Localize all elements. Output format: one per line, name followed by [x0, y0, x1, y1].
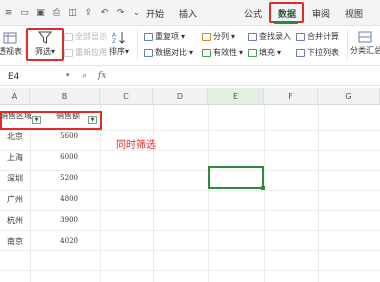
- lookup-entry-icon: [248, 32, 257, 41]
- name-box[interactable]: E4: [2, 70, 64, 84]
- region-cell[interactable]: 杭州: [7, 215, 23, 226]
- duplicates-icon: [144, 32, 153, 41]
- dropdown-list-label: 下拉列表: [307, 48, 339, 57]
- split-column-label: 分列: [213, 32, 229, 41]
- save-icon[interactable]: ▣: [34, 6, 47, 19]
- column-header-g[interactable]: G: [318, 88, 380, 105]
- fill-icon: [248, 48, 257, 57]
- column-header-e[interactable]: E: [208, 88, 264, 105]
- reapply-button[interactable]: 重新应用: [64, 47, 107, 58]
- more-dropdown-icon[interactable]: ⌄: [130, 6, 143, 19]
- validity-dropdown-arrow[interactable]: ▾: [239, 48, 243, 57]
- region-cell[interactable]: 深圳: [7, 173, 23, 184]
- annotation-text: 同时筛选: [116, 140, 156, 151]
- fill-button[interactable]: 填充 ▾: [248, 47, 281, 58]
- column-header-f[interactable]: F: [264, 88, 318, 105]
- subtotal-button[interactable]: 分类汇总: [350, 31, 380, 56]
- region-cell[interactable]: 北京: [7, 131, 23, 142]
- sales-cell[interactable]: 5200: [56, 174, 78, 182]
- print-icon[interactable]: ⎙: [50, 6, 63, 19]
- split-column-icon: [202, 32, 211, 41]
- svg-text:Z: Z: [112, 38, 116, 44]
- region-cell[interactable]: 南京: [7, 236, 23, 247]
- data-compare-icon: [144, 48, 153, 57]
- ribbon-separator: [137, 30, 138, 60]
- redo-icon[interactable]: ↷: [114, 6, 127, 19]
- consolidate-button[interactable]: 合并计算: [296, 31, 339, 42]
- sort-label: 排序: [108, 47, 125, 56]
- file-icon[interactable]: ▭: [18, 6, 31, 19]
- region-cell[interactable]: 广州: [7, 194, 23, 205]
- tab-formula[interactable]: 公式: [244, 7, 262, 20]
- tab-review[interactable]: 审阅: [312, 7, 330, 20]
- data-tab-highlight-box: [269, 2, 304, 23]
- sales-cell[interactable]: 6000: [56, 153, 78, 161]
- data-compare-label: 数据对比: [155, 48, 187, 57]
- fill-label: 填充: [259, 48, 275, 57]
- formula-bar: E4 ▾ ⌕ fx: [0, 68, 380, 86]
- selected-cell-e4[interactable]: [208, 166, 264, 189]
- sales-cell[interactable]: 4020: [56, 237, 78, 245]
- show-all-button[interactable]: 全部显示: [64, 31, 107, 42]
- subtotal-icon: [358, 31, 372, 43]
- column-header-c[interactable]: C: [100, 88, 153, 105]
- dropdown-list-icon: [296, 48, 305, 57]
- sales-cell[interactable]: 4800: [56, 195, 78, 203]
- duplicates-label: 重复项: [155, 32, 179, 41]
- consolidate-icon: [296, 32, 305, 41]
- name-box-dropdown-icon[interactable]: ▾: [66, 71, 70, 79]
- table-row: [0, 251, 380, 271]
- duplicates-dropdown-arrow[interactable]: ▾: [181, 32, 185, 41]
- reapply-icon: [64, 48, 73, 57]
- column-header-d[interactable]: D: [153, 88, 208, 105]
- fill-handle[interactable]: [261, 186, 265, 190]
- region-cell[interactable]: 上海: [7, 152, 23, 163]
- duplicates-button[interactable]: 重复项 ▾: [144, 31, 185, 42]
- lookup-entry-button[interactable]: 查找录入: [248, 31, 291, 42]
- lookup-entry-label: 查找录入: [259, 32, 291, 41]
- fill-dropdown-arrow[interactable]: ▾: [277, 48, 281, 57]
- dropdown-list-button[interactable]: 下拉列表: [296, 47, 339, 58]
- column-header-a[interactable]: A: [0, 88, 30, 105]
- sales-cell[interactable]: 5600: [56, 132, 78, 140]
- data-compare-button[interactable]: 数据对比 ▾: [144, 47, 193, 58]
- show-all-label: 全部显示: [75, 32, 107, 41]
- export-icon[interactable]: ⇪: [82, 6, 95, 19]
- sort-icon: AZ: [112, 32, 125, 44]
- fx-icon[interactable]: fx: [98, 71, 106, 81]
- reapply-label: 重新应用: [75, 48, 107, 57]
- filter-highlight-box: [26, 28, 64, 61]
- zoom-icon[interactable]: ⌕: [82, 71, 87, 81]
- ribbon-separator: [347, 30, 348, 60]
- subtotal-label: 分类汇总: [350, 46, 380, 55]
- sales-cell[interactable]: 3900: [56, 216, 78, 224]
- header-highlight-box: [0, 111, 102, 130]
- tab-view[interactable]: 视图: [345, 7, 363, 20]
- print-preview-icon[interactable]: ◫: [66, 6, 79, 19]
- column-header-b[interactable]: B: [30, 88, 100, 105]
- split-column-button[interactable]: 分列 ▾: [202, 31, 235, 42]
- undo-icon[interactable]: ↶: [98, 6, 111, 19]
- pivot-table-icon: [3, 32, 17, 44]
- data-compare-dropdown-arrow[interactable]: ▾: [189, 48, 193, 57]
- tab-home[interactable]: 开始: [146, 7, 164, 20]
- consolidate-label: 合并计算: [307, 32, 339, 41]
- split-column-dropdown-arrow[interactable]: ▾: [231, 32, 235, 41]
- menu-icon[interactable]: ≡: [2, 6, 15, 19]
- sort-dropdown-arrow[interactable]: ▾: [125, 47, 129, 56]
- pivot-table-button[interactable]: 透视表: [0, 32, 23, 57]
- sort-button[interactable]: AZ 排序▾: [106, 31, 132, 57]
- menu-tab-bar: ≡ ▭ ▣ ⎙ ◫ ⇪ ↶ ↷ ⌄ 开始 插入 公式 数据 审阅 视图: [0, 0, 380, 26]
- active-tab-underline: [274, 22, 298, 24]
- tab-insert[interactable]: 插入: [179, 7, 197, 20]
- pivot-table-label: 透视表: [0, 47, 22, 56]
- validity-button[interactable]: 有效性 ▾: [202, 47, 243, 58]
- show-all-icon: [64, 32, 73, 41]
- validity-label: 有效性: [213, 48, 237, 57]
- quick-access-toolbar: ≡ ▭ ▣ ⎙ ◫ ⇪ ↶ ↷ ⌄: [2, 6, 143, 19]
- validity-icon: [202, 48, 211, 57]
